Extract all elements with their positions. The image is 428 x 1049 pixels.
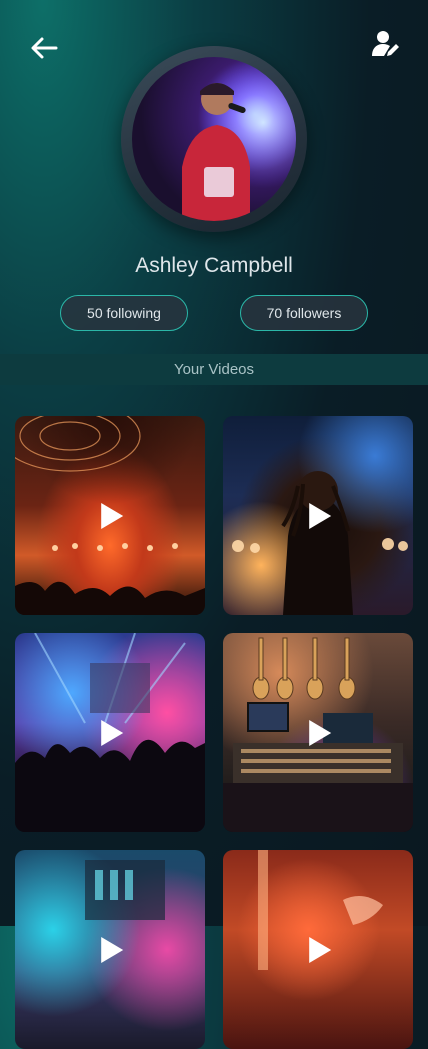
back-button[interactable] <box>26 30 62 66</box>
arrow-left-icon <box>31 37 58 59</box>
play-icon <box>309 719 332 746</box>
play-icon <box>101 502 124 529</box>
play-icon <box>101 936 124 963</box>
video-tile[interactable] <box>223 850 413 1049</box>
edit-profile-button[interactable] <box>368 26 404 62</box>
following-button[interactable]: 50 following <box>60 295 188 331</box>
section-title: Your Videos <box>173 361 255 378</box>
play-icon <box>309 502 332 529</box>
avatar[interactable] <box>132 57 296 221</box>
video-tile[interactable] <box>15 633 205 832</box>
video-tile[interactable] <box>15 416 205 615</box>
play-icon <box>309 936 332 963</box>
section-header: Your Videos <box>0 354 428 385</box>
followers-button[interactable]: 70 followers <box>240 295 368 331</box>
video-tile[interactable] <box>223 633 413 832</box>
video-tile[interactable] <box>223 416 413 615</box>
profile-name: Ashley Campbell <box>135 254 293 277</box>
user-edit-icon <box>372 31 399 56</box>
avatar-frame <box>121 46 307 232</box>
avatar-photo <box>132 57 296 221</box>
video-tile[interactable] <box>15 850 205 1049</box>
play-icon <box>101 719 124 746</box>
